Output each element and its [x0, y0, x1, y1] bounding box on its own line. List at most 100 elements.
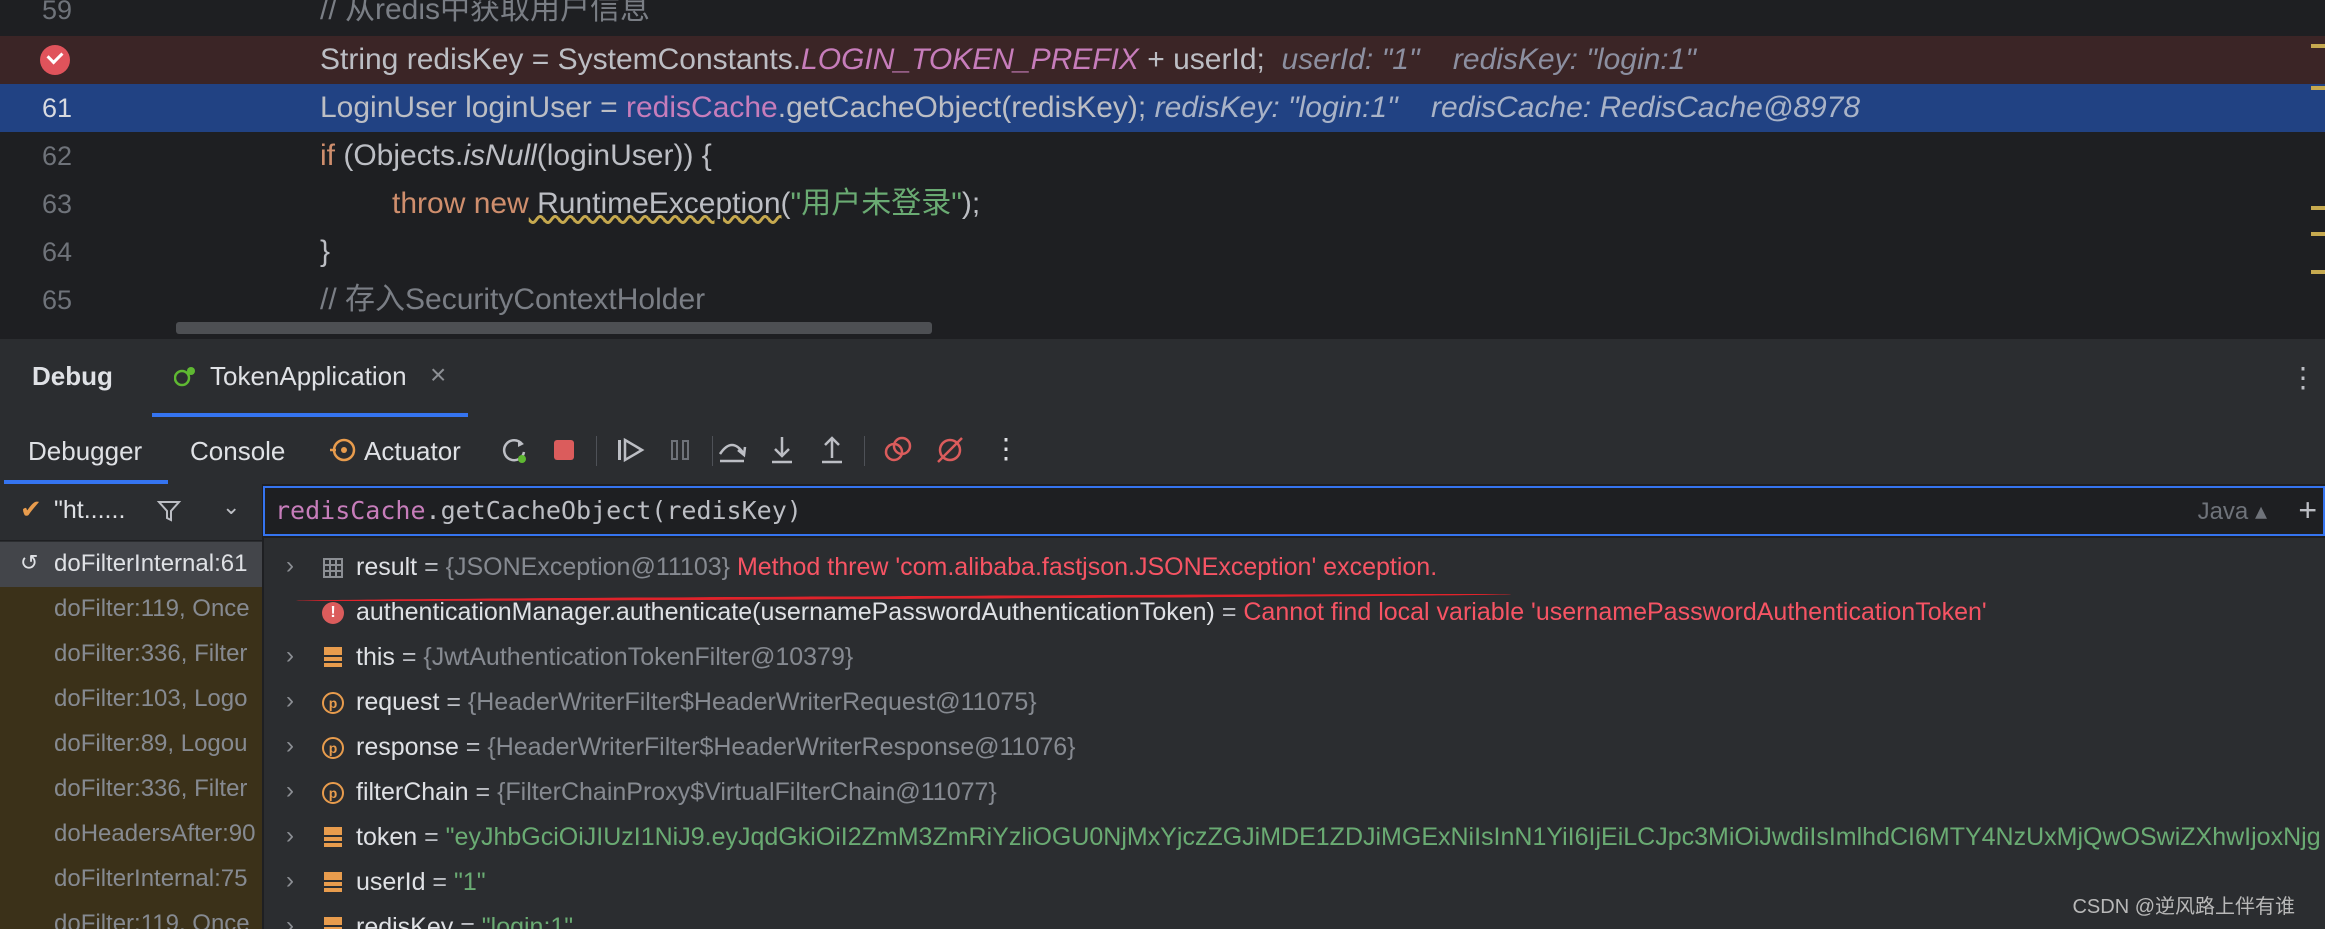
- code-line-61: 61 LoginUser loginUser = redisCache.getC…: [0, 84, 2325, 132]
- error-stripe-mark[interactable]: [2311, 86, 2325, 90]
- evaluate-expression-field[interactable]: redisCache.getCacheObject(redisKey) Java…: [263, 486, 2325, 536]
- frame-label: doFilterInternal:75: [54, 865, 248, 892]
- variable-name: response: [356, 733, 459, 761]
- more-vertical-icon[interactable]: ⋮: [992, 432, 1020, 465]
- chevron-right-icon[interactable]: ›: [286, 732, 294, 760]
- check-icon: ✔: [20, 494, 42, 524]
- frame-label: doFilter:119, Once: [54, 910, 250, 929]
- step-into-icon[interactable]: [764, 432, 800, 468]
- line-number: 62: [41, 141, 72, 171]
- frame-item[interactable]: doFilter:103, Logo: [0, 677, 262, 722]
- line-number: 59: [41, 0, 72, 25]
- error-stripe-mark[interactable]: [2311, 206, 2325, 210]
- thread-selector[interactable]: ✔ "ht...... ⌄: [0, 484, 262, 541]
- variable-row-this[interactable]: › this = {JwtAuthenticationTokenFilter@1…: [264, 636, 2325, 681]
- chevron-right-icon[interactable]: ›: [286, 777, 294, 805]
- variables-tree: › result = {JSONException@11103} Method …: [264, 538, 2325, 929]
- step-out-icon[interactable]: [814, 432, 850, 468]
- error-stripe-mark[interactable]: [2311, 44, 2325, 48]
- code-comment: // 存入SecurityContextHolder: [320, 283, 706, 316]
- field-icon: [322, 872, 344, 894]
- chevron-right-icon[interactable]: ›: [286, 642, 294, 670]
- frame-label: doFilter:336, Filter: [54, 775, 248, 802]
- variable-row-userid[interactable]: › userId = "1": [264, 861, 2325, 906]
- field-icon: [322, 827, 344, 849]
- frame-item[interactable]: ↺ doFilterInternal:61: [0, 542, 262, 587]
- code-comment: // 从redis中获取用户信息: [320, 0, 651, 26]
- frame-label: doFilter:89, Logou: [54, 730, 248, 757]
- horizontal-scrollbar[interactable]: [176, 322, 932, 334]
- variable-text: token = "eyJhbGciOiJIUzI1NiJ9.eyJqdGkiOi…: [356, 823, 2321, 851]
- code-token: RuntimeException(: [528, 187, 791, 220]
- frame-item[interactable]: doFilter:336, Filter: [0, 767, 262, 812]
- stop-icon[interactable]: [546, 432, 582, 468]
- error-stripe-mark[interactable]: [2311, 270, 2325, 274]
- code-editor[interactable]: 59 // 从redis中获取用户信息 String redisKey = Sy…: [0, 0, 2325, 338]
- more-vertical-icon[interactable]: ⋮: [2289, 361, 2317, 394]
- variable-row-filterchain[interactable]: › p filterChain = {FilterChainProxy$Virt…: [264, 771, 2325, 816]
- code-text: }: [320, 235, 331, 268]
- code-line-63: 63 throw new RuntimeException("用户未登录");: [0, 180, 2325, 228]
- inline-debug-hint: userId: "1" redisKey: "login:1": [1281, 43, 1696, 76]
- variable-name: token: [356, 823, 418, 851]
- language-label: Java: [2197, 498, 2249, 525]
- line-number: 65: [41, 285, 72, 315]
- rerun-icon[interactable]: [496, 432, 532, 468]
- expression-token-field: redisCache: [275, 496, 426, 525]
- field-icon: [322, 647, 344, 669]
- variable-row-result[interactable]: › result = {JSONException@11103} Method …: [264, 546, 2325, 591]
- frame-item[interactable]: doHeadersAfter:90: [0, 812, 262, 857]
- language-selector[interactable]: Java ▴: [2198, 497, 2267, 526]
- chevron-right-icon[interactable]: ›: [286, 552, 294, 580]
- frame-item[interactable]: doFilter:89, Logou: [0, 722, 262, 767]
- frame-item[interactable]: doFilter:119, Once: [0, 587, 262, 632]
- breakpoint-icon[interactable]: [40, 45, 70, 75]
- variable-text: userId = "1": [356, 868, 486, 896]
- variable-row-rediskey[interactable]: › redisKey = "login:1": [264, 906, 2325, 929]
- chevron-right-icon[interactable]: ›: [286, 822, 294, 850]
- chevron-right-icon[interactable]: ›: [286, 912, 294, 929]
- code-line-59: 59 // 从redis中获取用户信息: [0, 0, 2325, 34]
- code-token: (Objects.: [335, 139, 464, 172]
- frame-item[interactable]: doFilter:336, Filter: [0, 632, 262, 677]
- variable-name: result: [356, 553, 418, 581]
- code-line-65: 65 // 存入SecurityContextHolder: [0, 276, 2325, 324]
- variable-text: authenticationManager.authenticate(usern…: [356, 598, 1987, 626]
- line-number: 63: [41, 189, 72, 219]
- filter-icon[interactable]: [156, 498, 182, 524]
- variable-row-token[interactable]: › token = "eyJhbGciOiJIUzI1NiJ9.eyJqdGki…: [264, 816, 2325, 861]
- chevron-right-icon[interactable]: ›: [286, 867, 294, 895]
- tab-actuator[interactable]: Actuator: [364, 436, 461, 467]
- line-number: 64: [41, 237, 72, 267]
- error-stripe-mark[interactable]: [2311, 232, 2325, 236]
- frame-item[interactable]: doFilterInternal:75: [0, 857, 262, 902]
- tab-debugger[interactable]: Debugger: [28, 436, 142, 467]
- code-token: + userId;: [1138, 43, 1265, 76]
- variable-row-request[interactable]: › p request = {HeaderWriterFilter$Header…: [264, 681, 2325, 726]
- pause-icon[interactable]: [662, 432, 698, 468]
- field-icon: [322, 917, 344, 929]
- variable-name: filterChain: [356, 778, 469, 806]
- view-breakpoints-icon[interactable]: [880, 432, 916, 468]
- add-watch-icon[interactable]: +: [2298, 492, 2317, 529]
- session-tab-token-application[interactable]: TokenApplication ×: [152, 339, 468, 419]
- tab-console[interactable]: Console: [190, 436, 285, 467]
- variable-name: request: [356, 688, 440, 716]
- step-over-icon[interactable]: [714, 432, 750, 468]
- array-icon: [323, 558, 343, 578]
- chevron-right-icon[interactable]: ›: [286, 687, 294, 715]
- variable-row-response[interactable]: › p response = {HeaderWriterFilter$Heade…: [264, 726, 2325, 771]
- frame-label: doHeadersAfter:90: [54, 820, 256, 847]
- close-icon[interactable]: ×: [430, 359, 446, 391]
- toolbar-separator: [596, 436, 597, 466]
- variable-text: filterChain = {FilterChainProxy$VirtualF…: [356, 778, 997, 806]
- toolbar-separator: [864, 436, 865, 466]
- frame-label: doFilterInternal:61: [54, 550, 248, 577]
- frame-item[interactable]: doFilter:119, Once: [0, 902, 262, 929]
- code-token-constant: LOGIN_TOKEN_PREFIX: [801, 43, 1139, 76]
- resume-icon[interactable]: [612, 432, 648, 468]
- chevron-down-icon[interactable]: ⌄: [222, 494, 240, 520]
- mute-breakpoints-icon[interactable]: [932, 432, 968, 468]
- code-text: String redisKey = SystemConstants.LOGIN_…: [320, 36, 1696, 84]
